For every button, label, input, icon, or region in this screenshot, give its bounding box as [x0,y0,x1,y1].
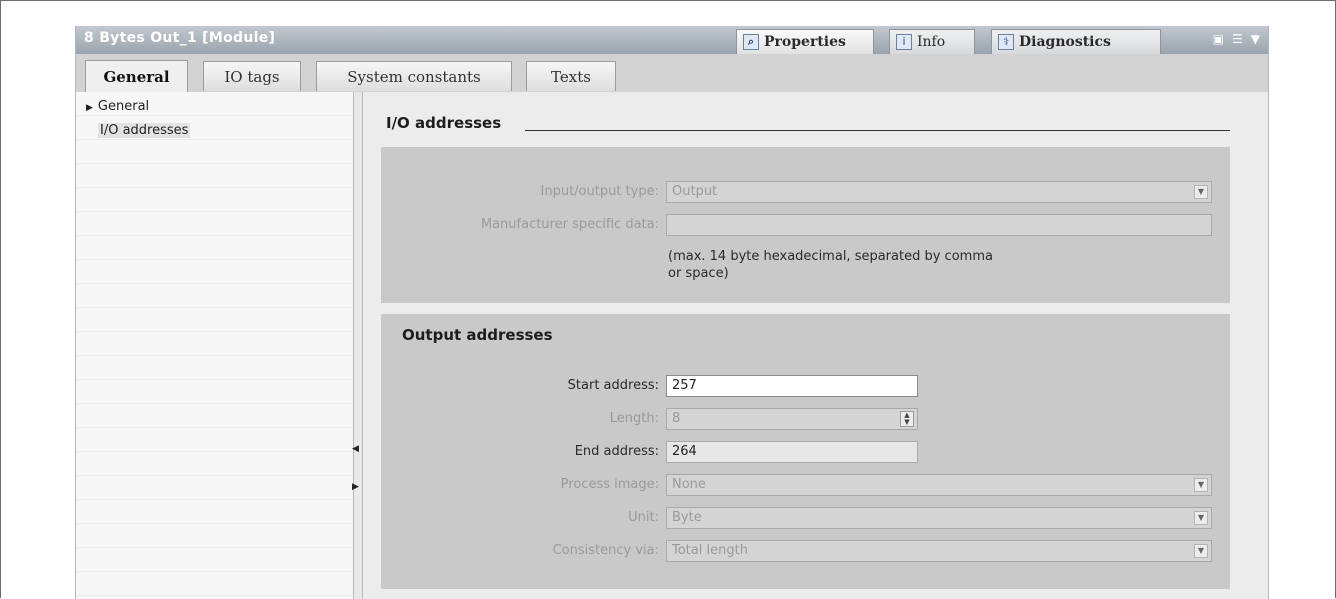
properties-icon: ⌕ [743,34,759,50]
expand-right-icon[interactable]: ▶ [352,482,359,492]
spinner-icon: ▲ ▼ [900,411,914,427]
collapse-left-icon[interactable]: ◀ [352,444,359,454]
start-address-value: 257 [672,378,697,393]
io-settings-box: Input/output type: Output ▼ Manufacturer… [381,147,1230,303]
panel-splitter[interactable]: ◀ ▶ [352,92,363,599]
tab-info[interactable]: i Info [889,29,975,54]
tab-diagnostics-label: Diagnostics [1019,34,1111,50]
layout-icon[interactable]: ☰ [1232,32,1243,46]
nav-tree: ▶ General I/O addresses [76,92,353,599]
unit-value: Byte [672,510,702,525]
unit-select: Byte ▼ [666,507,1212,529]
length-value: 8 [672,411,681,426]
tab-general[interactable]: General [85,60,188,92]
process-image-select: None ▼ [666,474,1212,496]
dropdown-arrow-icon: ▼ [1194,478,1208,492]
content-pane: I/O addresses Input/output type: Output … [363,92,1268,599]
dropdown-arrow-icon: ▼ [1194,544,1208,558]
tab-info-label: Info [917,34,946,50]
mfr-note-line2: or space) [668,266,729,281]
caret-right-icon[interactable]: ▶ [86,103,93,113]
chevron-down-icon[interactable]: ▼ [1251,32,1260,46]
mfr-note-line1: (max. 14 byte hexadecimal, separated by … [668,249,993,264]
end-address-label: End address: [574,444,659,459]
io-type-select: Output ▼ [666,181,1212,203]
output-addresses-box: Output addresses Start address: 257 Leng… [381,314,1230,589]
consistency-value: Total length [672,543,748,558]
dropdown-arrow-icon: ▼ [1194,185,1208,199]
mfr-data-label: Manufacturer specific data: [480,217,659,232]
io-type-label: Input/output type: [540,184,659,199]
tab-bar: General IO tags System constants Texts [76,54,1268,92]
start-address-input[interactable]: 257 [666,375,918,397]
title-bar: 8 Bytes Out_1 [Module] ⌕ Properties i In… [76,26,1268,54]
nav-item-io-addresses[interactable]: I/O addresses [98,123,191,138]
length-label: Length: [609,411,659,426]
tab-io-tags[interactable]: IO tags [203,61,301,91]
nav-item-io-addresses-label: I/O addresses [98,123,191,138]
info-icon: i [896,34,912,50]
length-stepper: 8 ▲ ▼ [666,408,918,430]
tab-system-constants[interactable]: System constants [316,61,512,91]
mfr-data-field [666,214,1212,236]
tab-diagnostics[interactable]: ⚕ Diagnostics [991,29,1161,54]
io-type-value: Output [672,184,718,199]
unit-label: Unit: [628,510,659,525]
end-address-field: 264 [666,441,918,463]
tab-properties-label: Properties [764,34,846,50]
consistency-label: Consistency via: [552,543,659,558]
tab-properties[interactable]: ⌕ Properties [736,29,874,54]
output-addresses-title: Output addresses [402,326,553,344]
restore-icon[interactable]: ▣ [1213,32,1224,46]
heading-divider [525,130,1230,131]
process-image-value: None [672,477,706,492]
nav-item-general[interactable]: ▶ General [86,99,149,114]
window-controls: ▣ ☰ ▼ [1213,32,1260,46]
section-heading: I/O addresses [386,114,502,132]
nav-item-general-label: General [97,99,150,114]
inspector-window: 8 Bytes Out_1 [Module] ⌕ Properties i In… [75,26,1269,599]
process-image-label: Process image: [560,477,659,492]
diagnostics-icon: ⚕ [998,34,1014,50]
window-title: 8 Bytes Out_1 [Module] [84,30,276,46]
start-address-label: Start address: [567,378,659,393]
end-address-value: 264 [672,444,697,459]
tab-texts[interactable]: Texts [526,61,616,91]
mfr-data-note: (max. 14 byte hexadecimal, separated by … [668,248,993,282]
consistency-select: Total length ▼ [666,540,1212,562]
dropdown-arrow-icon: ▼ [1194,511,1208,525]
